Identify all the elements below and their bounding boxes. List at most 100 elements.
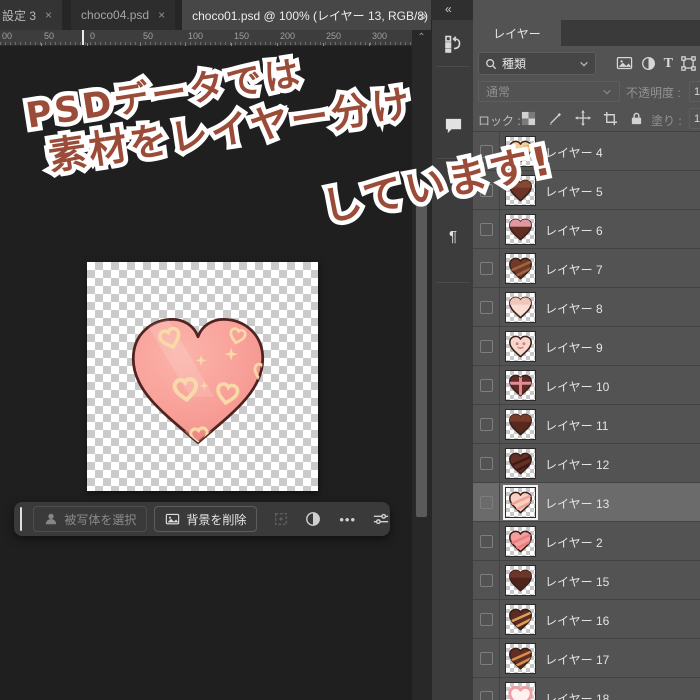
document-scrollbar[interactable]: ⌃ [412, 30, 431, 700]
more-options-icon[interactable]: ••• [339, 512, 356, 527]
layer-row[interactable]: レイヤー 16 [473, 599, 700, 639]
horizontal-ruler: 00 50 0 50 100 150 200 250 300 [0, 30, 412, 49]
visibility-cell [473, 522, 500, 561]
layer-name[interactable]: レイヤー 15 [545, 573, 609, 590]
layer-name[interactable]: レイヤー 10 [545, 378, 609, 395]
lock-label: ロック : [478, 114, 521, 128]
layer-name[interactable]: レイヤー 11 [545, 417, 608, 434]
lock-position-icon[interactable] [575, 110, 591, 126]
visibility-checkbox[interactable] [480, 223, 493, 236]
layer-row[interactable]: レイヤー 11 [473, 404, 700, 444]
layer-name[interactable]: レイヤー 17 [545, 651, 609, 668]
tab-label: choco04.psd [81, 8, 150, 22]
layer-row[interactable]: レイヤー 12 [473, 443, 700, 483]
taskbar-grip-handle[interactable] [20, 507, 23, 531]
blend-mode-select[interactable]: 通常 [478, 81, 620, 102]
layer-row[interactable]: レイヤー 10 [473, 365, 700, 405]
close-icon[interactable]: × [45, 8, 52, 22]
visibility-checkbox[interactable] [480, 496, 493, 509]
visibility-checkbox[interactable] [480, 574, 493, 587]
layer-thumbnail[interactable] [505, 253, 536, 284]
layer-row[interactable]: レイヤー 2 [473, 521, 700, 561]
layer-row[interactable]: レイヤー 15 [473, 560, 700, 600]
ruler-tick-label: 00 [2, 31, 13, 41]
lock-transparent-icon[interactable] [521, 111, 536, 126]
visibility-cell [473, 210, 500, 249]
image-filter-icon[interactable] [616, 56, 633, 71]
scroll-up-icon[interactable]: ⌃ [412, 32, 431, 43]
visibility-checkbox[interactable] [480, 301, 493, 314]
layer-name[interactable]: レイヤー 16 [545, 612, 609, 629]
tab-layers[interactable]: レイヤー [473, 20, 561, 46]
layer-row[interactable]: レイヤー 17 [473, 638, 700, 678]
shape-filter-icon[interactable] [681, 56, 696, 71]
layer-name[interactable]: レイヤー 18 [545, 690, 609, 700]
layer-name[interactable]: レイヤー 2 [545, 534, 603, 551]
visibility-checkbox[interactable] [480, 691, 493, 700]
layer-name[interactable]: レイヤー 5 [545, 183, 603, 200]
layer-thumbnail[interactable] [505, 409, 536, 440]
adjustment-icon[interactable] [305, 511, 321, 527]
layer-row[interactable]: レイヤー 18 [473, 677, 700, 700]
layer-name[interactable]: レイヤー 4 [545, 144, 603, 161]
layer-name[interactable]: レイヤー 8 [545, 300, 603, 317]
visibility-checkbox[interactable] [480, 652, 493, 665]
layer-row[interactable]: レイヤー 8 [473, 287, 700, 327]
layer-row[interactable]: レイヤー 9 [473, 326, 700, 366]
visibility-checkbox[interactable] [480, 262, 493, 275]
ruler-tick-label: 150 [230, 31, 250, 49]
layer-name[interactable]: レイヤー 12 [545, 456, 609, 473]
image-icon [166, 513, 180, 524]
layer-row-selected[interactable]: レイヤー 13 [473, 482, 700, 522]
tab-settings3[interactable]: 設定 3 × [0, 0, 63, 30]
lock-crop-icon[interactable] [603, 111, 618, 126]
scrollbar-thumb[interactable] [415, 188, 428, 518]
visibility-checkbox[interactable] [480, 379, 493, 392]
collapse-panels-icon[interactable]: « [445, 2, 452, 16]
tab-label: 設定 3 [2, 8, 37, 23]
layer-thumbnail[interactable] [505, 331, 536, 362]
select-subject-button[interactable]: 被写体を選択 [33, 506, 148, 532]
transform-icon[interactable] [273, 511, 289, 527]
layer-name[interactable]: レイヤー 9 [545, 339, 603, 356]
visibility-checkbox[interactable] [480, 457, 493, 470]
layer-thumbnail[interactable] [505, 448, 536, 479]
heart-chocolate-artwork [131, 317, 265, 444]
adjustment-filter-icon[interactable] [641, 56, 656, 71]
layer-thumbnail[interactable] [505, 643, 536, 674]
settings-sliders-icon[interactable] [372, 511, 390, 527]
layer-thumbnail[interactable] [505, 214, 536, 245]
layer-name[interactable]: レイヤー 7 [545, 261, 603, 278]
ruler-tick-label: 250 [322, 31, 342, 49]
layer-thumbnail[interactable] [505, 682, 536, 700]
document-canvas[interactable] [87, 262, 318, 491]
type-filter-icon[interactable]: T [664, 56, 673, 72]
remove-background-button[interactable]: 背景を削除 [154, 506, 258, 532]
layer-thumbnail[interactable] [505, 487, 536, 518]
visibility-cell [473, 444, 500, 483]
layer-name[interactable]: レイヤー 13 [545, 495, 609, 512]
close-icon[interactable]: × [158, 8, 165, 22]
layer-thumbnail[interactable] [505, 370, 536, 401]
layer-row[interactable]: レイヤー 7 [473, 248, 700, 288]
fill-value-field[interactable]: 100% [689, 108, 700, 129]
comment-icon[interactable] [432, 116, 474, 135]
history-icon[interactable] [432, 34, 474, 54]
lock-pixels-icon[interactable] [548, 111, 563, 126]
layer-thumbnail[interactable] [505, 526, 536, 557]
layer-name[interactable]: レイヤー 6 [545, 222, 603, 239]
tab-choco04[interactable]: choco04.psd × [71, 0, 176, 30]
visibility-checkbox[interactable] [480, 340, 493, 353]
opacity-value-field[interactable]: 100% [689, 81, 700, 102]
layer-filter-kind-select[interactable]: 種類 [478, 52, 596, 75]
visibility-checkbox[interactable] [480, 535, 493, 548]
visibility-checkbox[interactable] [480, 418, 493, 431]
visibility-cell [473, 600, 500, 639]
layer-thumbnail[interactable] [505, 604, 536, 635]
visibility-checkbox[interactable] [480, 613, 493, 626]
layer-thumbnail[interactable] [505, 292, 536, 323]
lock-all-icon[interactable] [630, 111, 643, 126]
layer-thumbnail[interactable] [505, 565, 536, 596]
layer-row[interactable]: レイヤー 6 [473, 209, 700, 249]
paragraph-icon[interactable]: ¶ [432, 228, 474, 245]
